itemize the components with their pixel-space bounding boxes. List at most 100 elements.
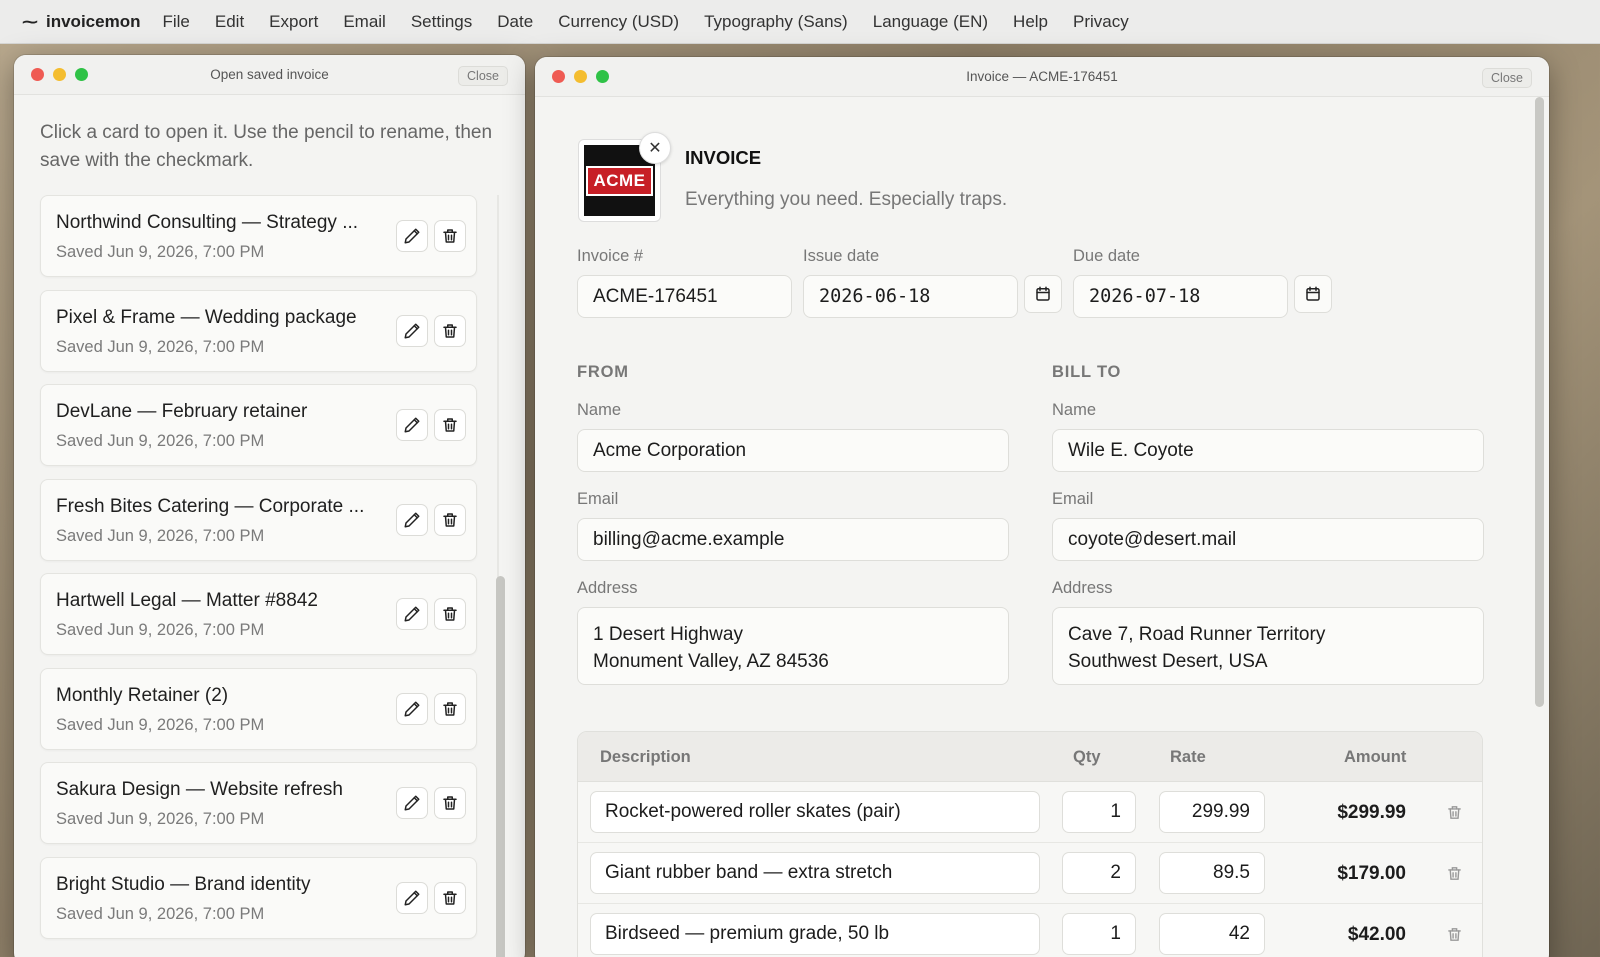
saved-invoice-card[interactable]: Hartwell Legal — Matter #8842 Saved Jun … <box>40 573 477 655</box>
company-tagline[interactable]: Everything you need. Especially traps. <box>685 189 1007 211</box>
item-qty-input[interactable]: 2 <box>1062 852 1136 894</box>
rename-button[interactable] <box>396 220 428 252</box>
table-header: Description Qty Rate Amount <box>578 732 1482 782</box>
remove-logo-button[interactable]: ✕ <box>639 132 671 164</box>
trash-icon <box>443 323 457 338</box>
app-name: invoicemon <box>46 11 141 31</box>
menu-language[interactable]: Language (EN) <box>873 12 988 32</box>
rename-button[interactable] <box>396 598 428 630</box>
delete-button[interactable] <box>434 881 466 914</box>
scrollbar-thumb[interactable] <box>496 576 505 957</box>
item-rate-input[interactable]: 42 <box>1159 913 1265 955</box>
item-rate-input[interactable]: 299.99 <box>1159 791 1265 833</box>
from-address-label: Address <box>577 579 638 597</box>
close-button[interactable]: Close <box>458 66 508 86</box>
card-title: Bright Studio — Brand identity <box>56 873 311 895</box>
trash-icon <box>443 229 457 243</box>
menu-edit[interactable]: Edit <box>215 12 244 32</box>
delete-button[interactable] <box>434 503 466 536</box>
delete-button[interactable] <box>434 598 466 630</box>
header-description: Description <box>600 748 691 766</box>
close-window-icon[interactable] <box>552 70 565 83</box>
close-window-icon[interactable] <box>31 68 44 81</box>
bill-to-name-label: Name <box>1052 401 1097 419</box>
close-button[interactable]: Close <box>1482 68 1532 88</box>
saved-invoice-card[interactable]: Fresh Bites Catering — Corporate ... Sav… <box>40 478 477 561</box>
saved-invoice-list: Northwind Consulting — Strategy ... Save… <box>40 195 477 951</box>
issue-date-picker-button[interactable] <box>1024 275 1062 313</box>
address-line-2: Monument Valley, AZ 84536 <box>593 651 829 672</box>
scrollbar-thumb[interactable] <box>1535 97 1544 707</box>
minimize-window-icon[interactable] <box>53 68 66 81</box>
card-title: Fresh Bites Catering — Corporate ... <box>56 495 365 517</box>
card-title: Hartwell Legal — Matter #8842 <box>56 590 318 611</box>
delete-button[interactable] <box>434 314 466 347</box>
saved-invoice-card[interactable]: Monthly Retainer (2) Saved Jun 9, 2026, … <box>40 667 477 750</box>
delete-row-button[interactable] <box>1446 865 1463 887</box>
menu-file[interactable]: File <box>162 12 189 32</box>
item-qty-input[interactable]: 1 <box>1062 791 1136 833</box>
delete-row-button[interactable] <box>1446 926 1463 948</box>
bill-to-email-input[interactable]: coyote@desert.mail <box>1052 518 1484 561</box>
zoom-window-icon[interactable] <box>75 68 88 81</box>
item-description-input[interactable]: Giant rubber band — extra stretch <box>590 852 1040 894</box>
app-brand[interactable]: ⁓ invoicemon <box>22 12 140 32</box>
pencil-icon <box>404 606 420 622</box>
window-titlebar[interactable]: Invoice — ACME-176451 Close <box>535 57 1549 97</box>
menu-date[interactable]: Date <box>497 12 533 32</box>
issue-date-input[interactable]: 2026-06-18 <box>803 275 1018 318</box>
rename-button[interactable] <box>396 787 428 819</box>
delete-button[interactable] <box>434 409 466 441</box>
window-controls <box>552 70 609 83</box>
due-date-picker-button[interactable] <box>1294 275 1332 313</box>
bill-to-address-input[interactable]: Cave 7, Road Runner Territory Southwest … <box>1052 607 1484 685</box>
rename-button[interactable] <box>396 692 428 725</box>
bill-to-email-label: Email <box>1052 490 1094 508</box>
delete-button[interactable] <box>434 787 466 819</box>
item-qty-input[interactable]: 1 <box>1062 913 1136 955</box>
rename-button[interactable] <box>396 503 428 536</box>
menu-privacy[interactable]: Privacy <box>1073 12 1129 32</box>
item-rate-input[interactable]: 89.5 <box>1159 852 1265 894</box>
header-rate: Rate <box>1170 748 1206 766</box>
rename-button[interactable] <box>396 314 428 347</box>
minimize-window-icon[interactable] <box>574 70 587 83</box>
saved-invoice-card[interactable]: Sakura Design — Website refresh Saved Ju… <box>40 762 477 844</box>
from-email-input[interactable]: billing@acme.example <box>577 518 1009 561</box>
menu-currency[interactable]: Currency (USD) <box>558 12 679 32</box>
invoice-number-input[interactable]: ACME-176451 <box>577 275 792 318</box>
menu-help[interactable]: Help <box>1013 12 1048 32</box>
saved-invoice-card[interactable]: DevLane — February retainer Saved Jun 9,… <box>40 384 477 466</box>
menu-email[interactable]: Email <box>343 12 386 32</box>
card-title: Pixel & Frame — Wedding package <box>56 306 357 328</box>
delete-row-button[interactable] <box>1446 804 1463 826</box>
menu-settings[interactable]: Settings <box>411 12 472 32</box>
window-titlebar[interactable]: Open saved invoice Close <box>14 55 525 95</box>
saved-invoice-card[interactable]: Pixel & Frame — Wedding package Saved Ju… <box>40 289 477 372</box>
address-line-1: Cave 7, Road Runner Territory <box>1068 624 1326 645</box>
delete-button[interactable] <box>434 692 466 725</box>
trash-icon <box>1448 806 1461 819</box>
menu-export[interactable]: Export <box>269 12 318 32</box>
from-name-input[interactable]: Acme Corporation <box>577 429 1009 472</box>
menu-typography[interactable]: Typography (Sans) <box>704 12 848 32</box>
header-qty: Qty <box>1073 748 1101 766</box>
invoice-editor-window: Invoice — ACME-176451 Close ACME ✕ INVOI… <box>535 57 1549 957</box>
rename-button[interactable] <box>396 409 428 441</box>
saved-invoice-card[interactable]: Bright Studio — Brand identity Saved Jun… <box>40 856 477 939</box>
bill-to-name-input[interactable]: Wile E. Coyote <box>1052 429 1484 472</box>
delete-button[interactable] <box>434 220 466 252</box>
from-email-label: Email <box>577 490 619 508</box>
zoom-window-icon[interactable] <box>596 70 609 83</box>
item-description-input[interactable]: Birdseed — premium grade, 50 lb <box>590 913 1040 955</box>
saved-invoice-card[interactable]: Northwind Consulting — Strategy ... Save… <box>40 195 477 277</box>
invoice-number-label: Invoice # <box>577 247 644 265</box>
trash-icon <box>1448 928 1461 941</box>
bill-to-address-label: Address <box>1052 579 1113 597</box>
from-address-input[interactable]: 1 Desert Highway Monument Valley, AZ 845… <box>577 607 1009 685</box>
item-description-input[interactable]: Rocket-powered roller skates (pair) <box>590 791 1040 833</box>
line-items-table: Description Qty Rate Amount Rocket-power… <box>577 731 1483 957</box>
rename-button[interactable] <box>396 881 428 914</box>
due-date-input[interactable]: 2026-07-18 <box>1073 275 1288 318</box>
pencil-icon <box>404 795 420 811</box>
